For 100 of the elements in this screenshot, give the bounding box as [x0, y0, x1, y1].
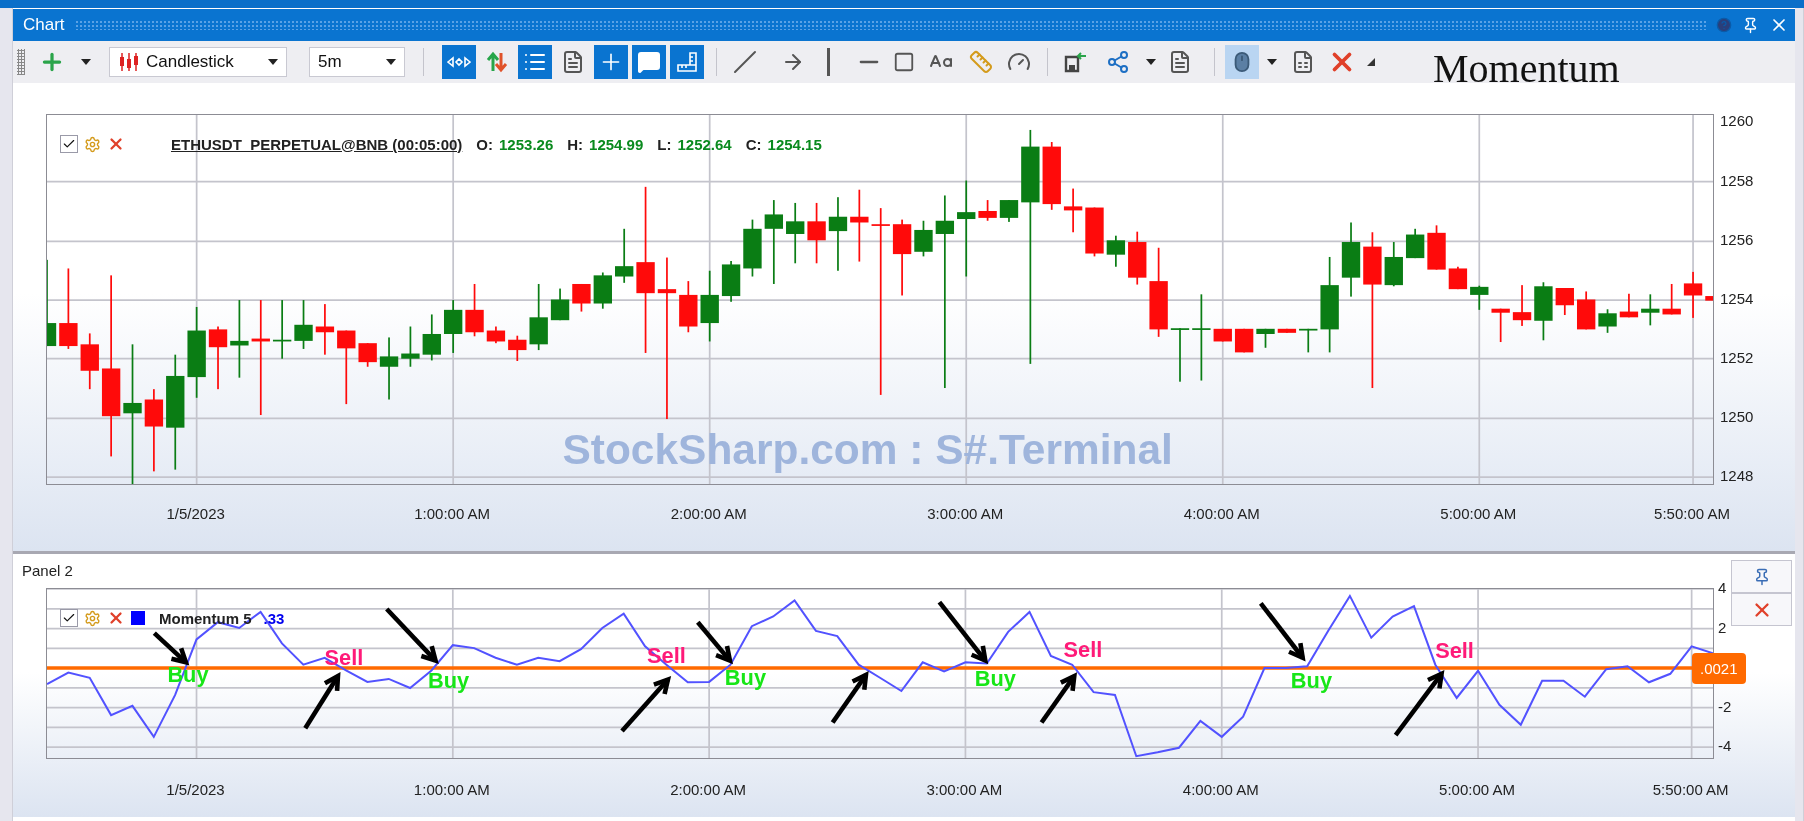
- chart-type-dropdown[interactable]: Candlestick: [109, 47, 287, 77]
- price-axis-label: 1250: [1720, 408, 1754, 427]
- candle: [1470, 285, 1489, 310]
- candle: [1598, 309, 1617, 333]
- arrow: [1258, 601, 1306, 662]
- visibility-checkbox[interactable]: [60, 135, 78, 153]
- arrow: [385, 607, 439, 665]
- double-arrow-icon: [447, 56, 471, 68]
- toolbar-toggle-button[interactable]: [670, 45, 704, 79]
- save-icon[interactable]: [1064, 51, 1088, 73]
- time-axis-label: 3:00:00 AM: [927, 505, 1004, 522]
- candle: [1384, 242, 1403, 287]
- candle: [379, 337, 399, 400]
- indicator-value: .33: [263, 609, 285, 627]
- candle: [529, 284, 548, 351]
- time-axis-label: 1/5/2023: [166, 781, 225, 798]
- candle: [743, 219, 762, 277]
- timeframe-dropdown[interactable]: 5m: [309, 47, 405, 77]
- candle: [550, 288, 570, 321]
- candle: [465, 284, 484, 337]
- candle: [1256, 328, 1275, 348]
- ohlc-value: 1252.64: [677, 135, 732, 153]
- value-axis-label: 2: [1718, 618, 1727, 637]
- sell-signal-label: Sell: [1435, 637, 1474, 663]
- caret-icon[interactable]: [81, 59, 91, 65]
- line-tool-icon[interactable]: [733, 50, 757, 74]
- time-axis-label: 1:00:00 AM: [413, 781, 490, 798]
- time-axis-label: 5:00:00 AM: [1440, 505, 1517, 522]
- candle: [1683, 271, 1703, 318]
- visibility-checkbox[interactable]: [60, 609, 78, 627]
- candle: [1555, 288, 1574, 315]
- background-watermark-text: StockSharp.com : S#.Terminal: [562, 425, 1173, 473]
- arrow: [303, 672, 341, 730]
- candle: [1106, 235, 1126, 267]
- arrow: [696, 620, 733, 665]
- caret-icon[interactable]: [268, 59, 278, 65]
- arrow: [620, 675, 672, 733]
- caret-icon[interactable]: [1146, 59, 1156, 65]
- candle: [1641, 294, 1660, 326]
- candle: [807, 202, 826, 264]
- candle: [700, 270, 719, 342]
- ohlc-value: 1254.99: [589, 135, 644, 153]
- overflow-icon[interactable]: [1367, 58, 1375, 66]
- symbol-label[interactable]: ETHUSDT_PERPETUAL@BNB (00:05:00): [171, 135, 463, 153]
- ohlc-label: O:: [476, 135, 493, 153]
- candle: [572, 284, 591, 312]
- toolbar-toggle-button[interactable]: [518, 45, 552, 79]
- price-axis-label: 1258: [1720, 171, 1754, 190]
- chart-document-icon[interactable]: [1291, 50, 1315, 74]
- candle: [208, 326, 228, 390]
- candle: [1170, 328, 1190, 382]
- document-icon[interactable]: [1168, 50, 1192, 74]
- candle: [315, 304, 335, 355]
- rectangle-tool-icon[interactable]: [893, 51, 915, 73]
- time-axis-label: 3:00:00 AM: [926, 781, 1003, 798]
- close-icon[interactable]: [107, 609, 125, 627]
- candle: [1085, 207, 1104, 257]
- candle: [1427, 225, 1446, 270]
- share-icon[interactable]: [1106, 50, 1130, 74]
- time-axis-label: 1/5/2023: [166, 505, 225, 522]
- time-axis-label: 5:50:00 AM: [1652, 781, 1729, 798]
- price-axis-label: 1252: [1720, 348, 1754, 367]
- price-axis-label: 1260: [1720, 112, 1754, 131]
- candle: [721, 261, 741, 302]
- ohlc-label: H:: [567, 135, 584, 153]
- toolbar-toggle-button[interactable]: [632, 45, 666, 79]
- arrow: [1039, 672, 1077, 724]
- toolbar-toggle-button[interactable]: [442, 45, 476, 79]
- value-axis-label: -4: [1718, 737, 1732, 756]
- candle: [1063, 188, 1083, 233]
- close-button[interactable]: [1731, 593, 1792, 626]
- panel-title: Panel 2: [21, 561, 73, 581]
- buy-signal-label: Buy: [427, 667, 470, 693]
- ohlc-label: C:: [745, 135, 762, 153]
- toolbar-toggle-button[interactable]: [594, 45, 628, 79]
- settings-icon[interactable]: [84, 135, 101, 153]
- candle: [486, 326, 506, 344]
- candle: [1512, 285, 1532, 326]
- caret-icon[interactable]: [1267, 59, 1277, 65]
- pin-icon[interactable]: [1742, 16, 1759, 34]
- price-axis-label: 1256: [1720, 230, 1754, 249]
- candle: [593, 272, 612, 309]
- candle: [401, 326, 420, 367]
- settings-icon[interactable]: [84, 609, 101, 627]
- ohlc-value: 1254.15: [767, 135, 822, 153]
- buy-signal-label: Buy: [1290, 667, 1333, 693]
- series-color-swatch[interactable]: [131, 611, 145, 625]
- check-icon: [62, 611, 76, 625]
- pin-button[interactable]: [1731, 560, 1792, 593]
- close-icon[interactable]: [107, 135, 125, 153]
- caret-icon[interactable]: [386, 59, 396, 65]
- ohlc-value: 1253.26: [499, 135, 554, 153]
- arrow: [937, 600, 989, 665]
- up-down-arrows-icon: [486, 51, 508, 73]
- mouse-button[interactable]: [1225, 45, 1259, 79]
- candle: [1491, 308, 1510, 343]
- vertical-line-icon[interactable]: [827, 48, 831, 76]
- value-axis-label: 4: [1718, 579, 1727, 597]
- candle: [294, 300, 313, 349]
- candle: [508, 335, 527, 361]
